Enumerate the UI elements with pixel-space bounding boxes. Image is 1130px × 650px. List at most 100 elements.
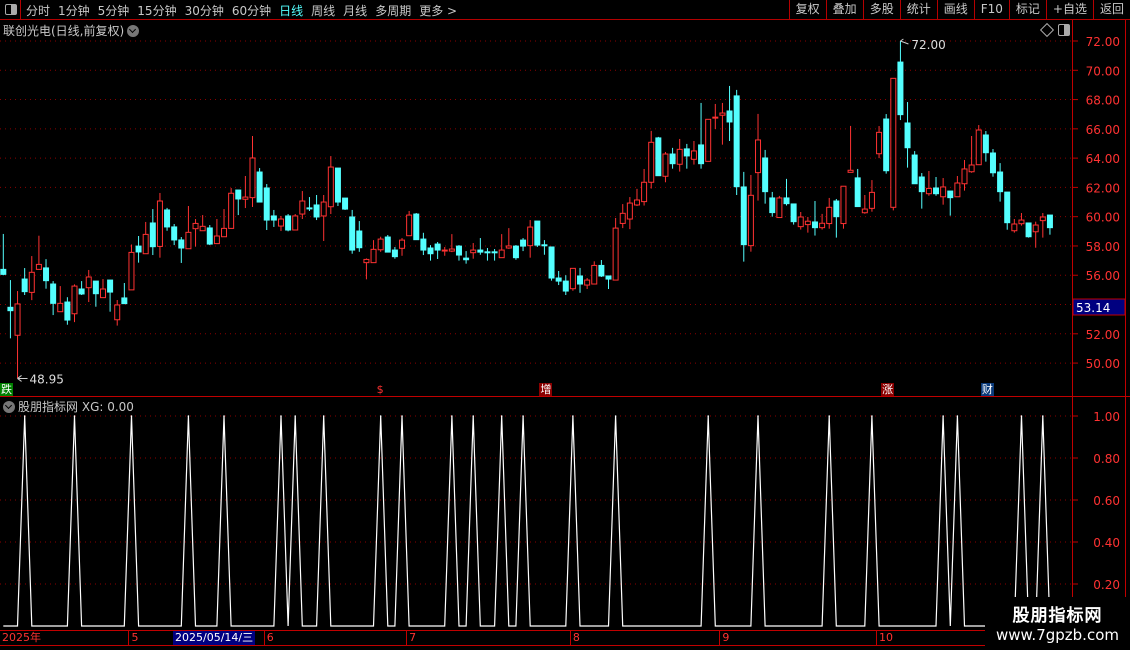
candle-body — [142, 233, 149, 255]
candle-body — [933, 187, 940, 195]
candle-body — [868, 191, 875, 209]
candle — [57, 286, 64, 313]
xg-signal-point — [1020, 415, 1023, 417]
candle — [7, 280, 14, 339]
candle-body — [811, 221, 818, 229]
candle — [434, 242, 441, 259]
watermark-logo: 股朋指标网 www.7gpzb.com — [985, 597, 1130, 650]
candle — [633, 188, 640, 206]
candle — [178, 237, 185, 263]
candle — [826, 197, 833, 229]
candle — [577, 267, 584, 293]
candle-body — [78, 288, 85, 295]
candle-body — [683, 148, 690, 157]
signal-marker[interactable]: $ — [376, 383, 385, 396]
high-price-label: 72.00 — [911, 38, 945, 52]
candle-body — [256, 171, 263, 203]
candle-body — [221, 227, 228, 238]
indicator-title[interactable]: 股朋指标网 XG: 0.00 — [3, 398, 134, 415]
xg-signal-point — [187, 415, 190, 417]
candle-body — [228, 192, 235, 229]
candle — [1025, 222, 1032, 238]
candle — [370, 240, 377, 264]
candle — [206, 225, 213, 246]
candle-body — [669, 153, 676, 165]
signal-marker[interactable]: 涨 — [881, 383, 895, 396]
candle-body — [947, 190, 954, 199]
signal-marker[interactable]: 增 — [539, 383, 553, 396]
candle-body — [698, 144, 705, 165]
candle-body — [35, 263, 42, 270]
candle-body — [235, 189, 242, 200]
candle — [114, 299, 121, 326]
candle-body — [591, 264, 598, 285]
candle-body — [242, 196, 249, 200]
candle-body — [548, 246, 555, 279]
candle — [128, 244, 135, 291]
chevron-down-icon[interactable] — [3, 401, 15, 413]
candle-body — [99, 288, 106, 299]
candle-body — [128, 251, 135, 291]
candle-body — [705, 118, 712, 162]
candle — [726, 85, 733, 141]
candle-body — [911, 154, 918, 185]
candle-body — [71, 285, 78, 315]
candle-body — [619, 212, 626, 224]
candle-body — [213, 235, 220, 245]
candle — [484, 248, 491, 261]
candle — [185, 205, 192, 250]
candle — [868, 180, 875, 212]
price-tick-label: 62.00 — [1086, 181, 1120, 195]
candle-body — [997, 171, 1004, 193]
candle — [164, 207, 171, 231]
candle — [961, 160, 968, 191]
candle-body — [861, 208, 868, 214]
candle — [441, 246, 448, 256]
candle — [1039, 213, 1046, 238]
candle — [235, 189, 242, 216]
xg-signal-point — [130, 415, 133, 417]
price-tick-label: 68.00 — [1086, 94, 1120, 108]
xg-signal-point — [322, 415, 325, 417]
candle-body — [527, 226, 534, 247]
candle — [50, 281, 57, 316]
candle — [270, 209, 277, 227]
candle-body — [989, 152, 996, 174]
cursor-price-label: 53.14 — [1076, 301, 1110, 315]
xg-signal-point — [472, 415, 475, 417]
candle — [669, 147, 676, 169]
candle-body — [406, 214, 413, 237]
candle — [92, 280, 99, 307]
candle-body — [740, 186, 747, 246]
candle — [156, 192, 163, 258]
kline-chart[interactable]: 72.00 70.00 68.00 66.00 64.00 62.00 60.00 58.00… — [0, 0, 1130, 650]
candle-body — [491, 251, 498, 254]
candle-body — [484, 251, 491, 254]
candle — [228, 187, 235, 229]
candle — [911, 151, 918, 185]
candle — [762, 149, 769, 204]
candle — [491, 249, 498, 261]
candle — [299, 191, 306, 220]
candle-body — [797, 216, 804, 228]
candle-body — [427, 247, 434, 255]
candle — [804, 216, 811, 233]
candle — [655, 136, 662, 177]
candle — [883, 114, 890, 174]
candle — [733, 89, 740, 196]
candle-body — [263, 187, 270, 221]
signal-marker[interactable]: 跌 — [0, 383, 13, 396]
date-axis-label: 8 — [569, 631, 580, 645]
date-axis-label: 6 — [263, 631, 274, 645]
signal-marker[interactable]: 财 — [980, 383, 994, 396]
candle-body — [655, 137, 662, 177]
candle-body — [883, 118, 890, 172]
candle — [463, 251, 470, 264]
candle — [43, 259, 50, 289]
candle-body — [356, 230, 363, 249]
candle-body — [441, 249, 448, 252]
price-tick-label: 52.00 — [1086, 328, 1120, 342]
candle-body — [876, 131, 883, 155]
candle — [662, 151, 669, 183]
candle-body — [662, 153, 669, 177]
